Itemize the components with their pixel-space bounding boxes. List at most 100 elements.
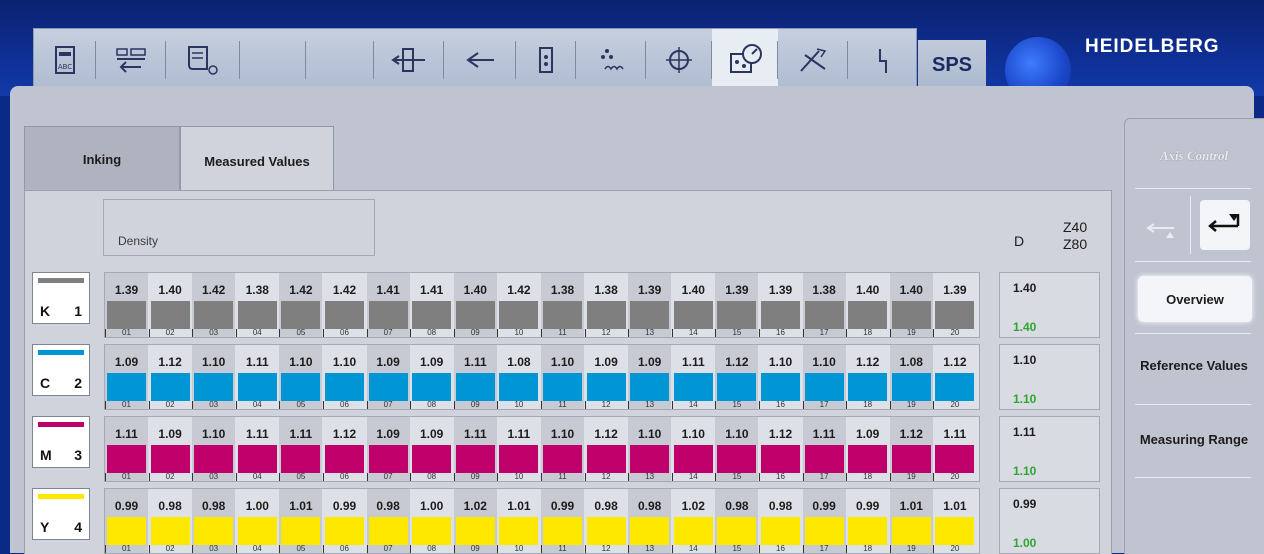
zone-cell[interactable]: 1.12 12 [584, 417, 628, 481]
zone-cell[interactable]: 1.38 12 [584, 273, 628, 337]
zone-cell[interactable]: 1.10 15 [715, 417, 759, 481]
zone-cell[interactable]: 1.11 20 [933, 417, 976, 481]
zone-cell[interactable]: 0.98 07 [366, 489, 410, 553]
zone-cell[interactable]: 1.39 20 [933, 273, 976, 337]
zone-cell[interactable]: 0.98 12 [584, 489, 628, 553]
zone-cell[interactable]: 1.38 17 [802, 273, 846, 337]
job-list-icon[interactable] [166, 29, 240, 91]
arrow-left-up-icon[interactable] [1136, 200, 1186, 250]
service-icon[interactable] [778, 29, 848, 91]
zone-cell[interactable]: 1.01 20 [933, 489, 976, 553]
zone-cell[interactable]: 1.39 01 [105, 273, 148, 337]
zone-cell[interactable]: 1.11 17 [802, 417, 846, 481]
zone-cell[interactable]: 1.01 10 [497, 489, 540, 553]
zone-cell[interactable]: 1.39 13 [628, 273, 672, 337]
zone-cell[interactable]: 0.99 18 [846, 489, 889, 553]
zone-cell[interactable]: 1.00 08 [410, 489, 453, 553]
zone-cell[interactable]: 1.11 09 [453, 345, 497, 409]
zone-cell[interactable]: 1.41 07 [366, 273, 410, 337]
measure-mode-box[interactable]: Density [103, 199, 375, 256]
crosshair-icon[interactable] [646, 29, 712, 91]
blank-icon[interactable] [306, 29, 374, 91]
ink-unit-k[interactable]: K1 [32, 272, 90, 324]
zone-cell[interactable]: 1.02 09 [453, 489, 497, 553]
zone-cell[interactable]: 1.10 11 [541, 345, 584, 409]
zone-cell[interactable]: 1.10 03 [192, 345, 236, 409]
zone-cell[interactable]: 1.10 17 [802, 345, 846, 409]
zone-cell[interactable]: 1.12 19 [889, 417, 933, 481]
zone-cell[interactable]: 1.38 04 [235, 273, 279, 337]
zone-cell[interactable]: 1.38 11 [541, 273, 584, 337]
zone-cell[interactable]: 1.11 10 [497, 417, 540, 481]
arrow-left-down-icon[interactable] [1200, 200, 1250, 250]
zone-cell[interactable]: 1.39 15 [715, 273, 759, 337]
tab-measured-values[interactable]: Measured Values [180, 126, 334, 195]
ink-unit-m[interactable]: M3 [32, 416, 90, 468]
reference-values-button[interactable]: Reference Values [1124, 358, 1264, 373]
zone-cell[interactable]: 1.11 14 [671, 345, 715, 409]
zone-cell[interactable]: 1.42 06 [323, 273, 366, 337]
zone-cell[interactable]: 1.11 04 [235, 417, 279, 481]
zone-cell[interactable]: 0.98 13 [628, 489, 672, 553]
zone-cell[interactable]: 1.09 08 [410, 417, 453, 481]
zone-cell[interactable]: 1.12 20 [933, 345, 976, 409]
zone-cell[interactable]: 1.10 13 [628, 417, 672, 481]
zone-cell[interactable]: 1.08 10 [497, 345, 540, 409]
abc-icon[interactable]: ABC [34, 29, 96, 91]
register-icon[interactable] [374, 29, 444, 91]
zone-cell[interactable]: 1.40 18 [846, 273, 889, 337]
zone-cell[interactable]: 1.42 05 [279, 273, 323, 337]
zone-cell[interactable]: 1.12 02 [148, 345, 192, 409]
zone-cell[interactable]: 0.98 15 [715, 489, 759, 553]
overview-button[interactable]: Overview [1138, 276, 1252, 322]
zone-cell[interactable]: 0.98 02 [148, 489, 192, 553]
measurement-icon[interactable] [712, 29, 778, 91]
zone-cell[interactable]: 1.11 04 [235, 345, 279, 409]
zone-cell[interactable]: 1.10 11 [541, 417, 584, 481]
blank-icon[interactable] [240, 29, 306, 91]
ink-transfer-icon[interactable] [96, 29, 166, 91]
measuring-range-button[interactable]: Measuring Range [1124, 432, 1264, 447]
zone-cell[interactable]: 1.11 09 [453, 417, 497, 481]
ink-unit-y[interactable]: Y4 [32, 488, 90, 540]
zone-cell[interactable]: 1.42 03 [192, 273, 236, 337]
zone-cell[interactable]: 1.02 14 [671, 489, 715, 553]
zone-cell[interactable]: 0.98 03 [192, 489, 236, 553]
zone-cell[interactable]: 1.42 10 [497, 273, 540, 337]
sps-button[interactable]: SPS [918, 40, 986, 90]
zone-cell[interactable]: 1.10 03 [192, 417, 236, 481]
zone-cell[interactable]: 1.10 06 [323, 345, 366, 409]
zone-cell[interactable]: 1.09 18 [846, 417, 889, 481]
zone-cell[interactable]: 0.99 11 [541, 489, 584, 553]
zone-cell[interactable]: 1.09 07 [366, 345, 410, 409]
zone-cell[interactable]: 1.10 14 [671, 417, 715, 481]
zone-cell[interactable]: 1.40 02 [148, 273, 192, 337]
zone-cell[interactable]: 1.40 09 [453, 273, 497, 337]
zone-cell[interactable]: 0.99 06 [323, 489, 366, 553]
zone-cell[interactable]: 1.09 02 [148, 417, 192, 481]
zone-cell[interactable]: 1.00 04 [235, 489, 279, 553]
zone-cell[interactable]: 1.09 13 [628, 345, 672, 409]
zone-cell[interactable]: 1.12 18 [846, 345, 889, 409]
zone-cell[interactable]: 1.12 16 [759, 417, 802, 481]
zone-cell[interactable]: 1.09 12 [584, 345, 628, 409]
zone-cell[interactable]: 1.11 05 [279, 417, 323, 481]
zone-cell[interactable]: 1.39 16 [759, 273, 802, 337]
zone-cell[interactable]: 1.10 16 [759, 345, 802, 409]
zone-cell[interactable]: 1.12 15 [715, 345, 759, 409]
zone-cell[interactable]: 1.10 05 [279, 345, 323, 409]
zone-cell[interactable]: 1.11 01 [105, 417, 148, 481]
zone-cell[interactable]: 1.01 05 [279, 489, 323, 553]
dampening-icon[interactable] [576, 29, 646, 91]
zone-cell[interactable]: 1.08 19 [889, 345, 933, 409]
zone-cell[interactable]: 1.09 07 [366, 417, 410, 481]
power-icon[interactable] [848, 29, 916, 91]
zone-cell[interactable]: 0.99 01 [105, 489, 148, 553]
zone-cell[interactable]: 0.99 17 [802, 489, 846, 553]
feed-icon[interactable] [444, 29, 516, 91]
tab-inking[interactable]: Inking [24, 126, 180, 192]
zone-cell[interactable]: 1.12 06 [323, 417, 366, 481]
zone-cell[interactable]: 1.41 08 [410, 273, 453, 337]
delivery-icon[interactable] [516, 29, 576, 91]
zone-cell[interactable]: 1.09 01 [105, 345, 148, 409]
